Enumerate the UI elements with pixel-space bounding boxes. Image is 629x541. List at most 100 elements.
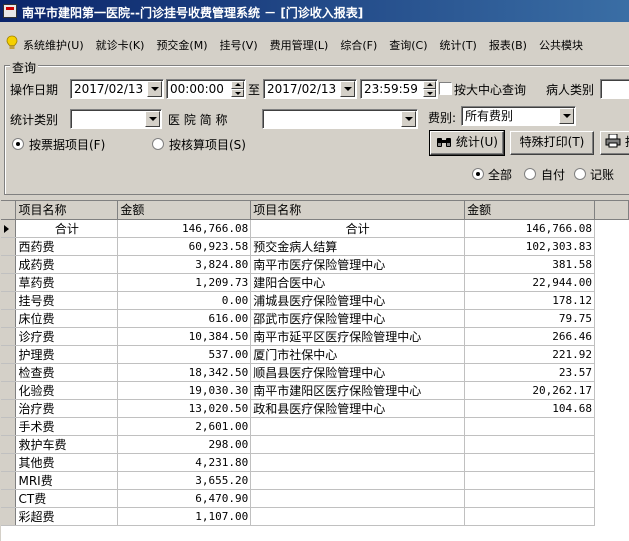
grid-filler: [594, 309, 629, 327]
radio-ticket-items[interactable]: [12, 138, 24, 150]
row-indicator[interactable]: [1, 327, 17, 346]
item-name-cell: CT费: [15, 489, 119, 508]
special-print-button[interactable]: 特殊打印(T): [510, 131, 594, 155]
radio-pay-self[interactable]: [524, 168, 536, 180]
amount-cell: 178.12: [464, 291, 596, 310]
table-row[interactable]: 诊疗费 10,384.50 南平市延平区医疗保险管理中心 266.46: [1, 327, 629, 346]
table-row[interactable]: 化验费 19,030.30 南平市建阳区医疗保险管理中心 20,262.17: [1, 381, 629, 400]
item-name-cell: 建阳合医中心: [250, 273, 466, 292]
table-row[interactable]: 挂号费 0.00 浦城县医疗保险管理中心 178.12: [1, 291, 629, 310]
row-indicator[interactable]: [1, 345, 17, 364]
row-indicator[interactable]: [1, 219, 17, 238]
print-button[interactable]: 打: [600, 131, 629, 155]
table-row[interactable]: 草药费 1,209.73 建阳合医中心 22,944.00: [1, 273, 629, 292]
table-row[interactable]: 手术费 2,601.00: [1, 417, 629, 436]
menu-item[interactable]: 预交金(M): [156, 37, 207, 53]
row-indicator[interactable]: [1, 255, 17, 274]
spin-up-icon[interactable]: [423, 81, 436, 89]
table-row[interactable]: 床位费 616.00 邵武市医疗保险管理中心 79.75: [1, 309, 629, 328]
table-row[interactable]: MRI费 3,655.20: [1, 471, 629, 490]
grid-filler: [594, 273, 629, 291]
column-header[interactable]: 金额: [464, 201, 596, 220]
column-header[interactable]: 金额: [117, 201, 252, 220]
amount-cell: 13,020.50: [117, 399, 252, 418]
hospital-select[interactable]: [262, 109, 418, 129]
row-indicator[interactable]: [1, 381, 17, 400]
hospital-dropdown-button[interactable]: [401, 111, 416, 127]
table-row[interactable]: 护理费 537.00 厦门市社保中心 221.92: [1, 345, 629, 364]
stat-button[interactable]: 统计(U): [429, 130, 505, 156]
column-header[interactable]: 项目名称: [250, 201, 466, 220]
amount-cell: 616.00: [117, 309, 252, 328]
row-indicator[interactable]: [1, 417, 17, 436]
row-indicator[interactable]: [1, 309, 17, 328]
fee-type-value: 所有费别: [465, 109, 514, 123]
row-indicator[interactable]: [1, 273, 17, 292]
row-indicator[interactable]: [1, 507, 17, 526]
grid-filler: [594, 255, 629, 273]
row-indicator[interactable]: [1, 435, 17, 454]
table-row[interactable]: 成药费 3,824.80 南平市医疗保险管理中心 381.58: [1, 255, 629, 274]
start-time-input[interactable]: 00:00:00: [166, 79, 246, 99]
item-name-cell: 护理费: [15, 345, 119, 364]
start-time-spinner[interactable]: [231, 81, 244, 97]
stat-type-select[interactable]: [70, 109, 162, 129]
hospital-label: 医 院 简 称: [168, 113, 228, 127]
income-report-table: 项目名称 金额 项目名称 金额 合计 146,766.08 合计 146,766.08 西药费 6…: [1, 201, 629, 526]
menu-item[interactable]: 系统维护(U): [23, 37, 84, 53]
menu-item[interactable]: 公共模块: [539, 37, 583, 53]
row-indicator[interactable]: [1, 489, 17, 508]
table-row[interactable]: 治疗费 13,020.50 政和县医疗保险管理中心 104.68: [1, 399, 629, 418]
item-name-cell: 合计: [250, 219, 466, 238]
radio-settle-items[interactable]: [152, 138, 164, 150]
row-indicator[interactable]: [1, 237, 17, 256]
amount-cell: 2,601.00: [117, 417, 252, 436]
menu-item[interactable]: 费用管理(L): [270, 37, 329, 53]
spin-down-icon[interactable]: [423, 89, 436, 97]
income-report-grid[interactable]: 项目名称 金额 项目名称 金额 合计 146,766.08 合计 146,766.08 西药费 6…: [1, 200, 629, 541]
menu-items: 系统维护(U) 就诊卡(K) 预交金(M) 挂号(V) 费用管理(L) 综合(F) 查询(C…: [23, 37, 595, 53]
end-date-value: 2017/02/13: [267, 82, 337, 96]
end-time-input[interactable]: 23:59:59: [360, 79, 438, 99]
table-row[interactable]: 检查费 18,342.50 顺昌县医疗保险管理中心 23.57: [1, 363, 629, 382]
spin-up-icon[interactable]: [231, 81, 244, 89]
row-indicator[interactable]: [1, 453, 17, 472]
menu-item[interactable]: 报表(B): [489, 37, 527, 53]
center-query-checkbox[interactable]: [439, 82, 452, 95]
menu-item[interactable]: 统计(T): [440, 37, 477, 53]
stat-type-dropdown-button[interactable]: [145, 111, 160, 127]
table-row[interactable]: 其他费 4,231.80: [1, 453, 629, 472]
table-row[interactable]: 西药费 60,923.58 预交金病人结算 102,303.83: [1, 237, 629, 256]
radio-pay-account[interactable]: [574, 168, 586, 180]
row-indicator[interactable]: [1, 399, 17, 418]
column-header[interactable]: 项目名称: [15, 201, 119, 220]
amount-cell: 60,923.58: [117, 237, 252, 256]
window-titlebar[interactable]: 南平市建阳第一医院--门诊挂号收费管理系统 － [门诊收入报表]: [0, 0, 629, 22]
end-date-dropdown-button[interactable]: [340, 81, 355, 97]
patient-type-select[interactable]: [600, 79, 629, 99]
spin-down-icon[interactable]: [231, 89, 244, 97]
grid-filler: [594, 363, 629, 381]
menu-item[interactable]: 就诊卡(K): [96, 37, 145, 53]
end-time-spinner[interactable]: [423, 81, 436, 97]
amount-cell: [464, 471, 596, 490]
row-indicator[interactable]: [1, 471, 17, 490]
grid-filler: [594, 345, 629, 363]
menu-item[interactable]: 综合(F): [340, 37, 377, 53]
row-indicator[interactable]: [1, 363, 17, 382]
table-row[interactable]: CT费 6,470.90: [1, 489, 629, 508]
table-row[interactable]: 彩超费 1,107.00: [1, 507, 629, 526]
table-row[interactable]: 合计 146,766.08 合计 146,766.08: [1, 219, 629, 238]
menu-item[interactable]: 挂号(V): [220, 37, 258, 53]
fee-type-dropdown-button[interactable]: [559, 108, 574, 124]
start-date-dropdown-button[interactable]: [147, 81, 162, 97]
row-indicator[interactable]: [1, 291, 17, 310]
item-name-cell: 草药费: [15, 273, 119, 292]
table-row[interactable]: 救护车费 298.00: [1, 435, 629, 454]
start-date-input[interactable]: 2017/02/13: [70, 79, 164, 99]
end-date-input[interactable]: 2017/02/13: [263, 79, 357, 99]
menu-item[interactable]: 查询(C): [389, 37, 427, 53]
fee-type-select[interactable]: 所有费别: [461, 106, 576, 126]
end-time-value: 23:59:59: [364, 82, 418, 96]
radio-pay-all[interactable]: [472, 168, 484, 180]
